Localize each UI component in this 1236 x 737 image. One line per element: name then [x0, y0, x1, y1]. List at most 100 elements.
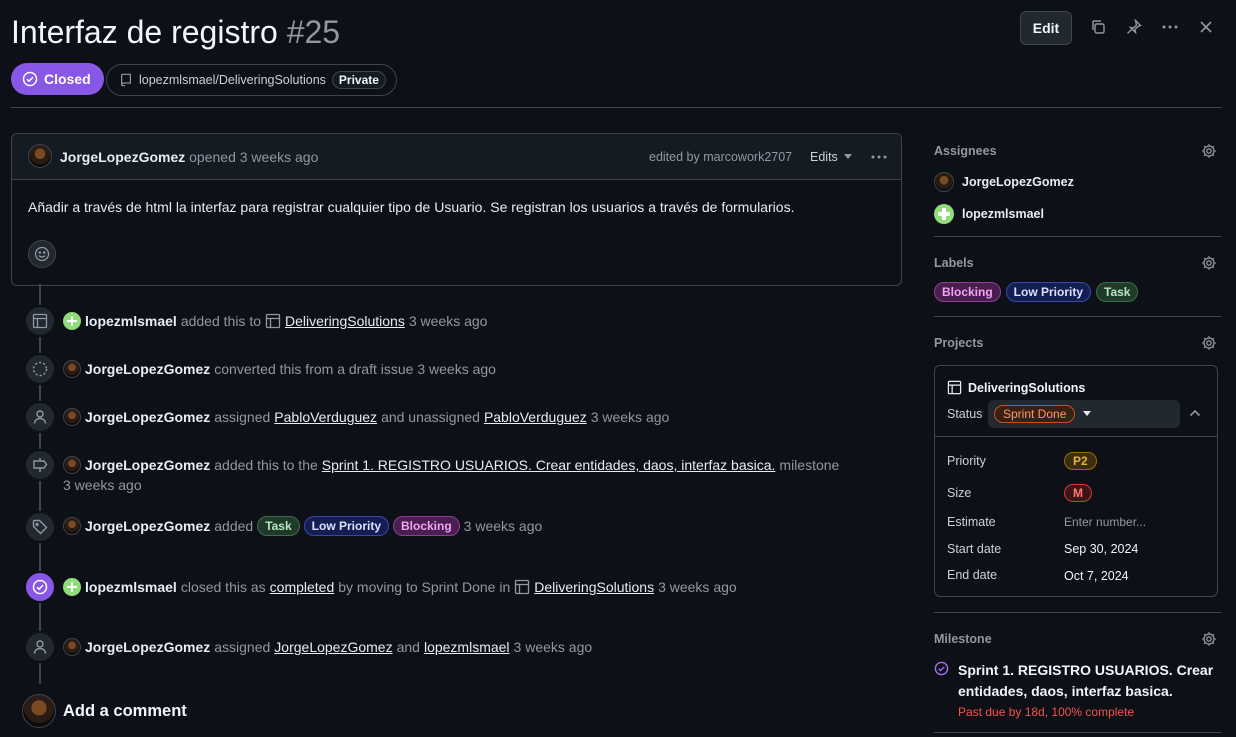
end-date-label: End date [947, 568, 998, 582]
add-reaction-button[interactable] [28, 240, 56, 268]
estimate-label: Estimate [947, 515, 996, 529]
estimate-input[interactable]: Enter number... [1064, 515, 1146, 529]
label-task[interactable]: Task [1096, 282, 1139, 302]
avatar[interactable] [63, 517, 81, 535]
visibility-badge: Private [331, 71, 386, 89]
milestone-title: Milestone [934, 632, 992, 646]
avatar[interactable] [63, 456, 81, 474]
event-text: added [214, 518, 254, 534]
copy-icon[interactable] [1086, 15, 1110, 39]
project-icon [515, 579, 530, 595]
avatar[interactable] [63, 312, 81, 330]
chevron-up-icon[interactable] [1189, 408, 1201, 418]
user-link[interactable]: PabloVerduguez [484, 409, 587, 425]
avatar[interactable] [63, 578, 81, 596]
project-card: DeliveringSolutions Status Sprint Done P… [934, 365, 1218, 597]
label-low-priority[interactable]: Low Priority [303, 516, 389, 536]
tag-icon [24, 511, 56, 543]
comment-options-icon[interactable] [867, 145, 891, 169]
check-circle-icon [934, 661, 949, 676]
edits-dropdown[interactable]: Edits [810, 150, 852, 164]
event-actor[interactable]: lopezmlsmael [85, 313, 177, 329]
completed-link[interactable]: completed [270, 579, 335, 595]
triangle-down-icon [843, 154, 852, 159]
repo-link[interactable]: lopezmlsmael/DeliveringSolutions Private [106, 64, 397, 96]
add-comment-heading: Add a comment [63, 702, 187, 720]
check-circle-icon [22, 71, 38, 87]
sidebar-divider [934, 732, 1221, 733]
user-link[interactable]: lopezmlsmael [424, 639, 510, 655]
status-value: Sprint Done [994, 405, 1076, 423]
event-actor[interactable]: JorgeLopezGomez [85, 518, 210, 534]
project-link[interactable]: DeliveringSolutions [285, 313, 405, 329]
project-icon [265, 313, 281, 329]
size-label: Size [947, 486, 972, 500]
priority-label: Priority [947, 454, 986, 468]
event-time: 3 weeks ago [513, 639, 593, 655]
event-actor[interactable]: lopezmlsmael [85, 579, 177, 595]
event-text: milestone [779, 457, 840, 473]
avatar[interactable] [934, 204, 954, 224]
user-link[interactable]: JorgeLopezGomez [274, 639, 392, 655]
event-text: converted this from a draft issue 3 week… [214, 361, 496, 377]
event-text: by moving to Sprint Done in [338, 579, 511, 595]
end-date-value[interactable]: Oct 7, 2024 [1064, 569, 1129, 583]
milestone-link[interactable]: Sprint 1. REGISTRO USUARIOS. Crear entid… [322, 457, 776, 473]
issue-author[interactable]: JorgeLopezGomez [60, 149, 185, 165]
timeline-event: JorgeLopezGomez assigned JorgeLopezGomez… [63, 638, 592, 656]
timeline-event: lopezmlsmael added this to DeliveringSol… [63, 312, 487, 330]
triangle-down-icon [1083, 411, 1092, 416]
gear-icon[interactable] [1201, 143, 1217, 159]
timeline-event: JorgeLopezGomez assigned PabloVerduguez … [63, 408, 669, 426]
pin-icon[interactable] [1122, 15, 1146, 39]
edit-button[interactable]: Edit [1020, 11, 1072, 45]
event-actor[interactable]: JorgeLopezGomez [85, 361, 210, 377]
event-time: 3 weeks ago [408, 313, 488, 329]
avatar [22, 694, 56, 728]
milestone-link[interactable]: Sprint 1. REGISTRO USUARIOS. Crear entid… [958, 660, 1220, 702]
avatar[interactable] [934, 172, 954, 192]
label-task[interactable]: Task [257, 516, 300, 536]
event-time: 3 weeks ago [590, 409, 670, 425]
avatar[interactable] [28, 144, 52, 168]
event-text: added this to the [214, 457, 318, 473]
event-text: assigned [214, 409, 271, 425]
issue-opened-time: opened 3 weeks ago [189, 149, 319, 165]
project-name: DeliveringSolutions [968, 380, 1086, 395]
label-low-priority[interactable]: Low Priority [1005, 282, 1092, 302]
status-select[interactable]: Sprint Done [988, 400, 1180, 428]
label-blocking[interactable]: Blocking [934, 282, 1001, 302]
avatar[interactable] [63, 638, 81, 656]
sidebar-divider [934, 612, 1221, 613]
issue-body-header: JorgeLopezGomez opened 3 weeks ago edite… [12, 134, 901, 180]
event-actor[interactable]: JorgeLopezGomez [85, 409, 210, 425]
label-blocking[interactable]: Blocking [393, 516, 460, 536]
event-text: assigned [214, 639, 271, 655]
event-time: 3 weeks ago [658, 579, 737, 595]
priority-value[interactable]: P2 [1064, 452, 1097, 470]
assignee-name[interactable]: lopezmlsmael [962, 207, 1044, 221]
avatar[interactable] [63, 408, 81, 426]
user-link[interactable]: PabloVerduguez [274, 409, 377, 425]
gear-icon[interactable] [1201, 631, 1217, 647]
assignee-name[interactable]: JorgeLopezGomez [962, 175, 1074, 189]
more-options-icon[interactable] [1158, 15, 1182, 39]
milestone-icon [24, 449, 56, 481]
event-text: added this to [180, 313, 261, 329]
gear-icon[interactable] [1201, 335, 1217, 351]
avatar[interactable] [63, 360, 81, 378]
event-actor[interactable]: JorgeLopezGomez [85, 457, 210, 473]
timeline-event: JorgeLopezGomez added Task Low Priority … [63, 516, 542, 536]
labels-title: Labels [934, 256, 974, 270]
close-icon[interactable] [1194, 15, 1218, 39]
event-text: and unassigned [381, 409, 480, 425]
project-title-row[interactable]: DeliveringSolutions [947, 380, 1085, 395]
event-actor[interactable]: JorgeLopezGomez [85, 639, 210, 655]
page-title: Interfaz de registro #25 [11, 14, 340, 51]
start-date-value[interactable]: Sep 30, 2024 [1064, 542, 1138, 556]
project-link[interactable]: DeliveringSolutions [534, 579, 654, 595]
gear-icon[interactable] [1201, 255, 1217, 271]
status-badge: Closed [11, 63, 104, 95]
edited-by[interactable]: edited by marcowork2707 [649, 150, 792, 164]
size-value[interactable]: M [1064, 484, 1092, 502]
